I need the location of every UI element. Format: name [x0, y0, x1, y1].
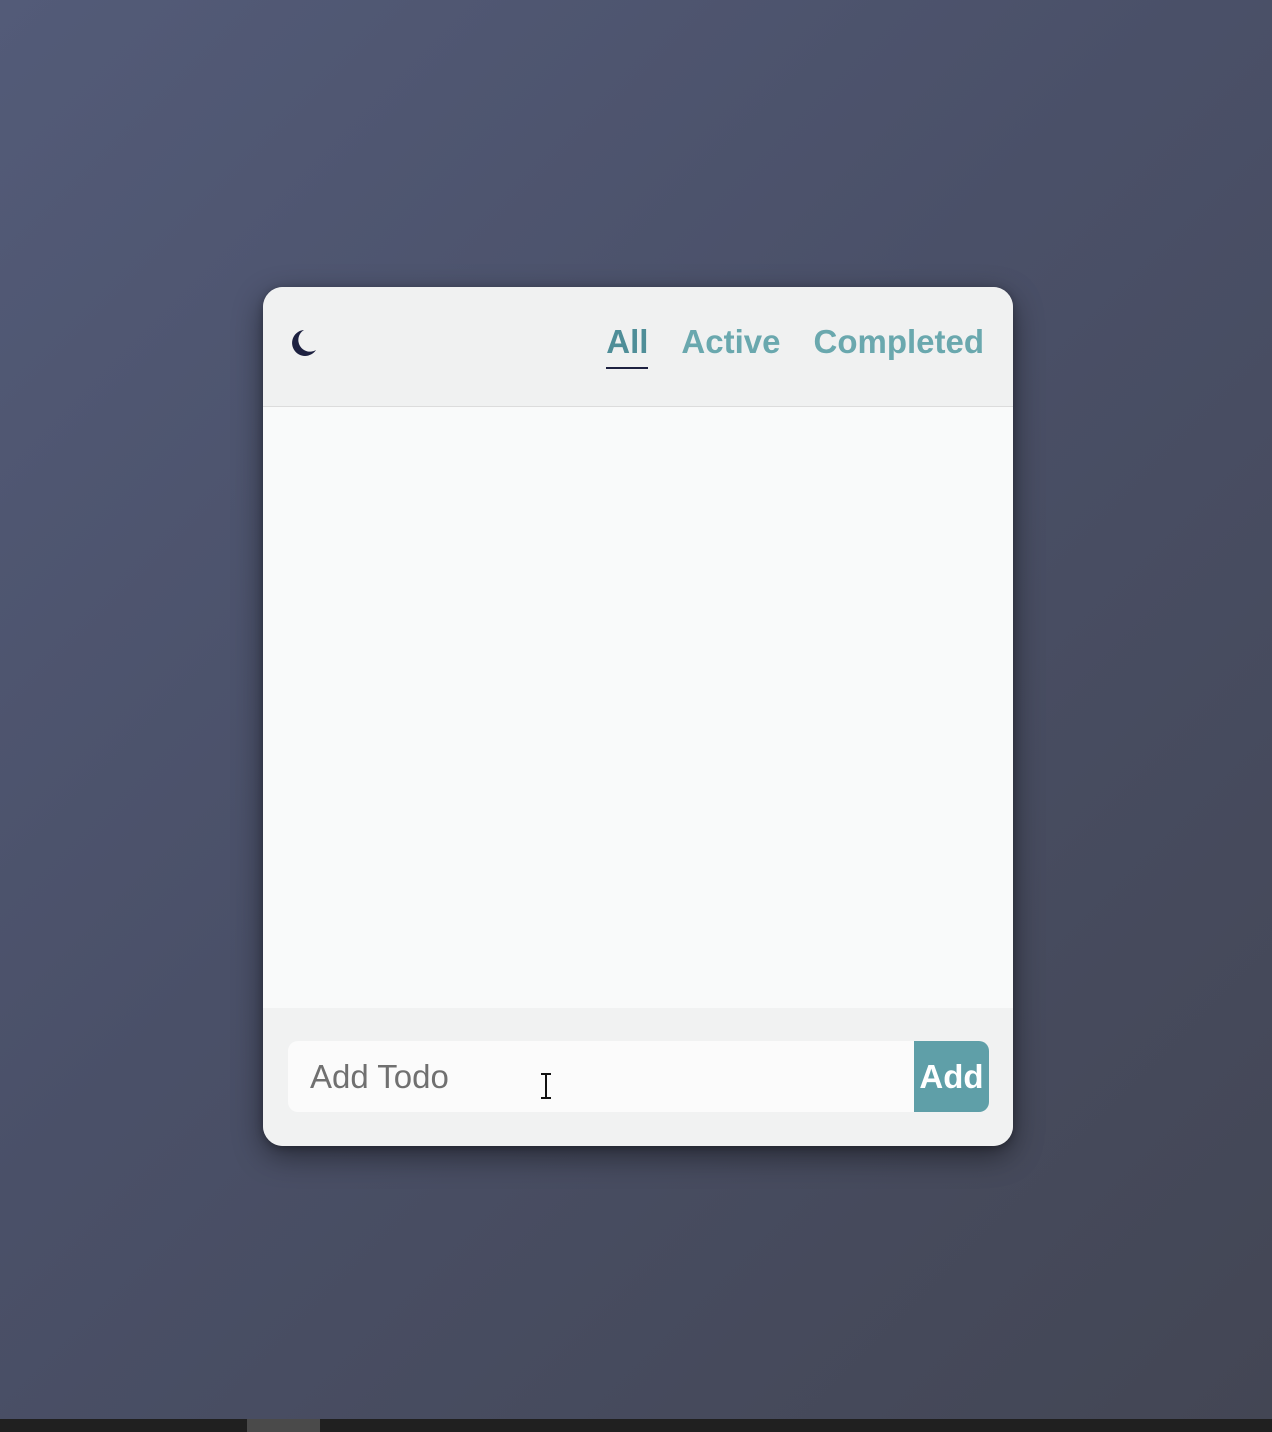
todo-list	[263, 407, 1013, 1008]
tab-active[interactable]: Active	[681, 323, 780, 369]
tab-all[interactable]: All	[606, 323, 649, 369]
add-todo-input[interactable]	[288, 1041, 914, 1112]
add-button[interactable]: Add	[914, 1041, 989, 1112]
theme-toggle-button[interactable]	[285, 326, 319, 360]
todo-footer: Add	[263, 1008, 1013, 1146]
text-cursor-icon	[541, 1073, 551, 1099]
tab-completed[interactable]: Completed	[813, 323, 984, 369]
todo-header: All Active Completed	[263, 287, 1013, 407]
bottom-bar-thumb[interactable]	[247, 1419, 320, 1432]
add-todo-form: Add	[288, 1041, 989, 1112]
bottom-bar	[0, 1419, 1272, 1432]
filter-tabs: All Active Completed	[606, 323, 984, 369]
moon-icon	[292, 330, 316, 356]
todo-card: All Active Completed Add	[263, 287, 1013, 1146]
